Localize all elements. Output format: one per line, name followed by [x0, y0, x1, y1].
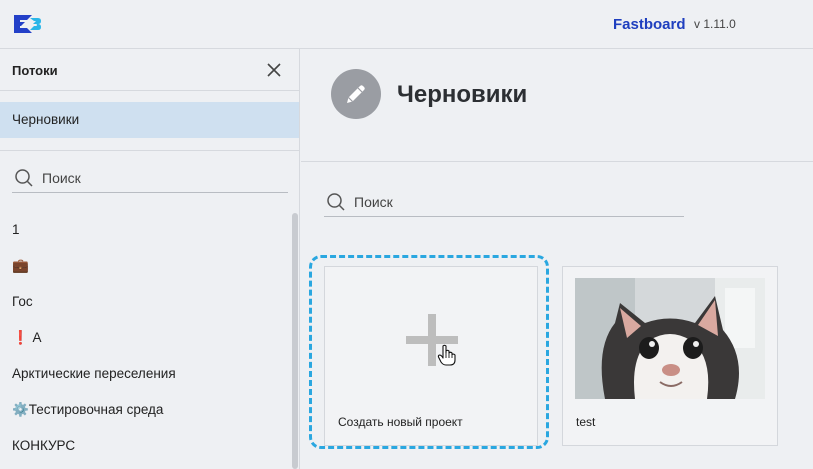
search-icon	[327, 193, 345, 211]
main-header: Черновики	[301, 49, 813, 162]
top-bar: Fastboard v 1.11.0	[0, 0, 813, 49]
sidebar-divider	[0, 150, 299, 151]
list-item[interactable]: КОНКУРС	[0, 428, 290, 464]
hand-cursor-icon	[437, 344, 456, 366]
close-icon	[267, 63, 281, 77]
sidebar-search-input[interactable]	[42, 168, 282, 188]
sidebar-title: Потоки	[12, 63, 58, 78]
page-title: Черновики	[397, 81, 528, 108]
list-item[interactable]: ❗ А	[0, 320, 290, 356]
card-label: Создать новый проект	[338, 415, 463, 429]
project-card-test[interactable]: test	[562, 266, 778, 446]
stream-avatar	[331, 69, 381, 119]
version-label: v 1.11.0	[694, 17, 736, 31]
main-search	[324, 187, 684, 217]
sidebar-item-label: Черновики	[12, 112, 80, 127]
stream-list: 1 💼 Гос ❗ А Арктические переселения ⚙️Те…	[0, 212, 290, 464]
sidebar-header: Потоки	[0, 49, 300, 91]
sidebar-scrollbar[interactable]	[292, 213, 298, 469]
sidebar: Потоки Черновики 1 💼 Гос ❗ А Арктические…	[0, 49, 300, 469]
app-logo-icon[interactable]	[12, 12, 42, 36]
sidebar-search	[12, 163, 288, 193]
card-label: test	[576, 415, 596, 429]
list-item[interactable]: Гос	[0, 284, 290, 320]
list-item[interactable]: 💼	[0, 248, 290, 284]
brand-name: Fastboard	[613, 16, 686, 33]
plus-icon-bar	[406, 336, 458, 344]
list-item[interactable]: 1	[0, 212, 290, 248]
search-icon	[15, 169, 33, 187]
main-search-input[interactable]	[354, 192, 674, 212]
list-item[interactable]: ⚙️Тестировочная среда	[0, 392, 290, 428]
main-content: Черновики Создать новый проект	[301, 49, 813, 469]
create-project-card[interactable]: Создать новый проект	[324, 266, 538, 446]
close-sidebar-button[interactable]	[264, 60, 284, 80]
list-item[interactable]: Арктические переселения	[0, 356, 290, 392]
sidebar-item-drafts[interactable]: Черновики	[0, 102, 299, 138]
project-thumbnail	[575, 278, 765, 399]
pencil-icon	[347, 85, 365, 103]
